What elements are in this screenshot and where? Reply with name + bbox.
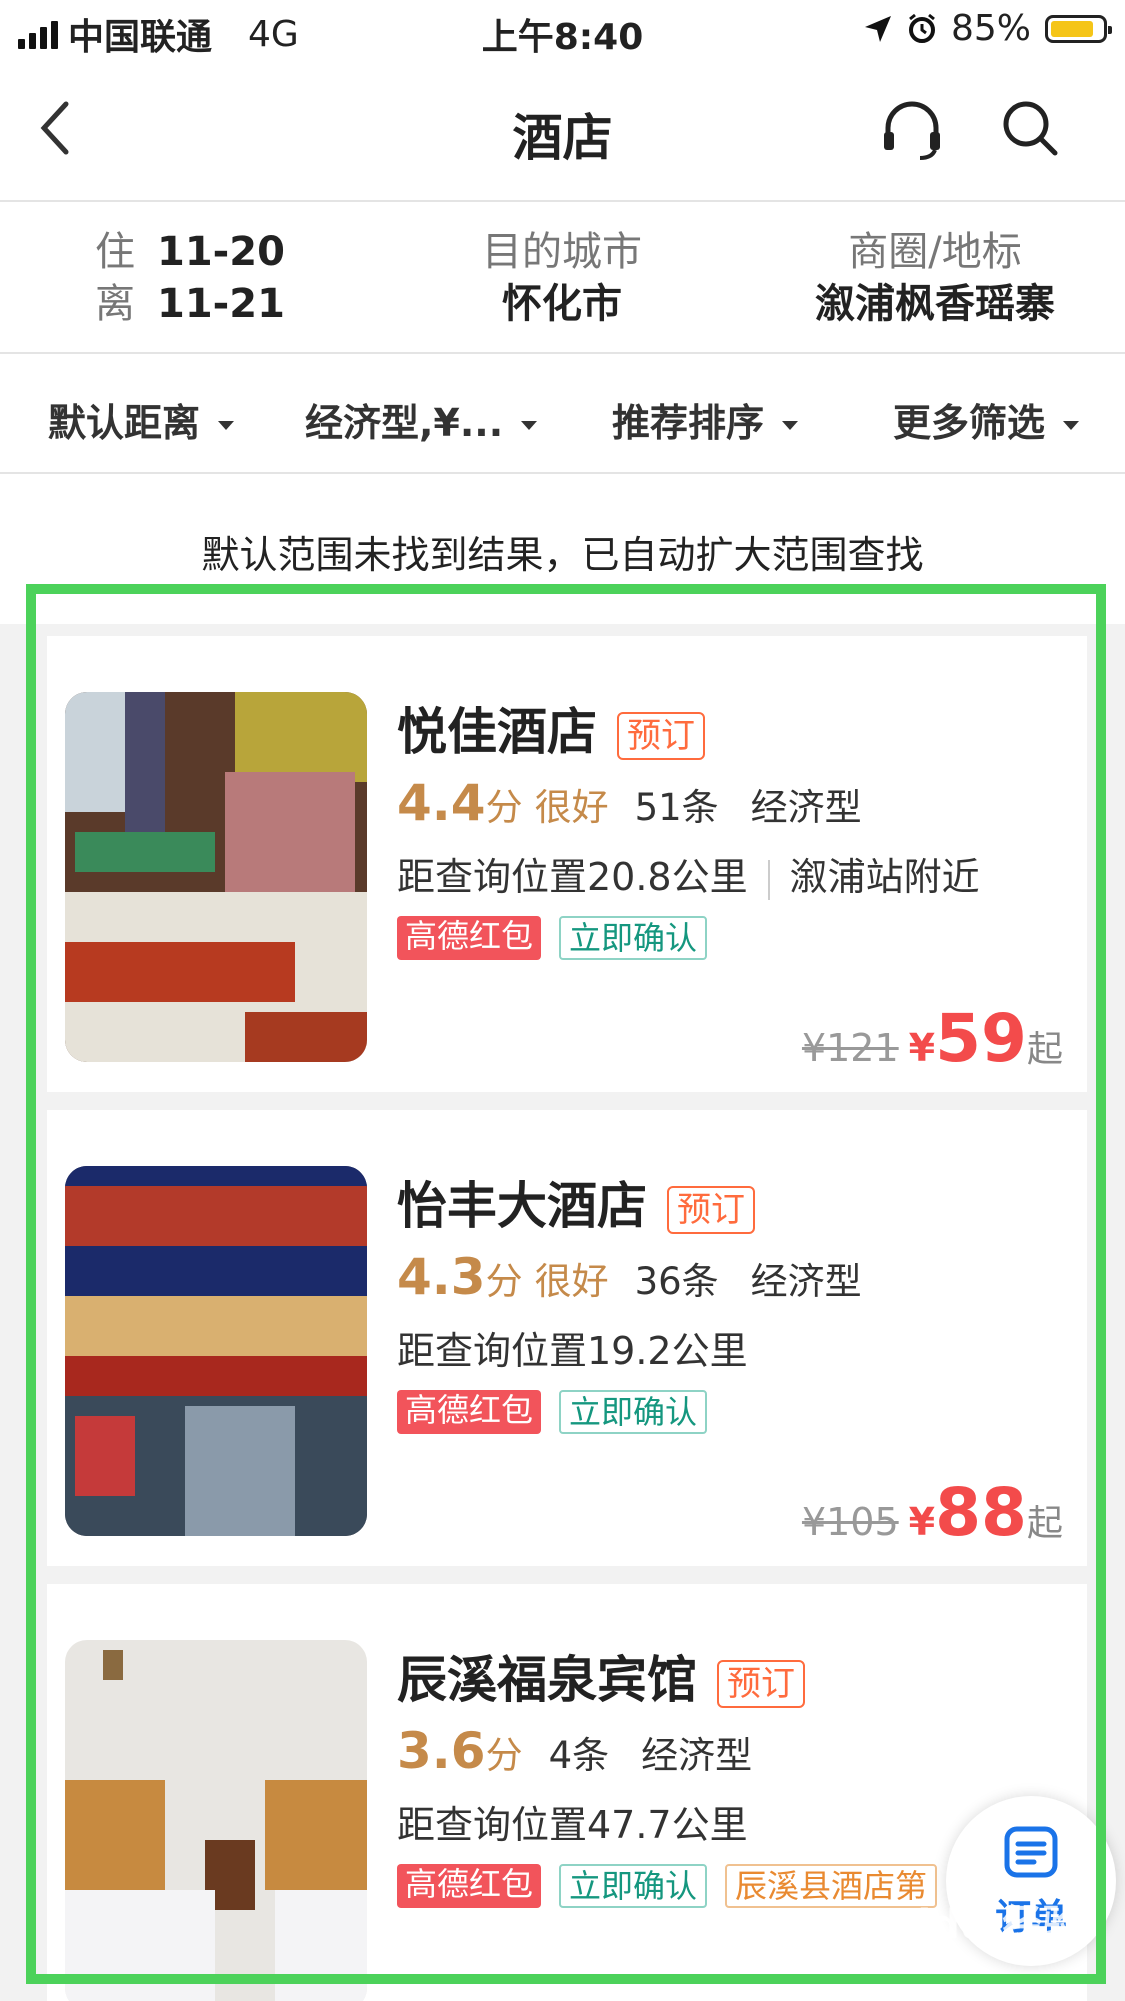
city-label: 目的城市 xyxy=(482,229,642,275)
current-price: 88 xyxy=(935,1474,1027,1551)
status-bar: 中国联通 4G 上午8:40 85% xyxy=(0,0,1125,62)
original-price: ¥105 xyxy=(801,1500,899,1544)
checkin-date: 11-20 xyxy=(157,229,285,275)
alarm-icon xyxy=(908,13,935,43)
filter-distance[interactable]: 默认距离 xyxy=(48,392,235,447)
hotel-landmark: 溆浦站附近 xyxy=(789,855,980,899)
hotel-score: 4.4 xyxy=(397,774,486,832)
booking-badge: 预订 xyxy=(717,1659,805,1708)
search-conditions: 住 11-20 离 11-21 目的城市 怀化市 商圈/地标 溆浦枫香瑶寨 xyxy=(0,202,1125,354)
divider xyxy=(767,859,770,900)
hotel-price: ¥105 ¥88起 xyxy=(802,1474,1063,1551)
booking-badge: 预订 xyxy=(667,1185,755,1234)
review-count: 36条 xyxy=(634,1260,719,1303)
hotel-name: 辰溪福泉宾馆 xyxy=(397,1651,697,1709)
battery-percent: 85% xyxy=(950,8,1031,49)
order-list-icon xyxy=(1004,1826,1058,1878)
price-suffix: 起 xyxy=(1026,1029,1063,1070)
hotel-photo xyxy=(65,1640,367,2001)
filter-bar: 默认距离 经济型,¥... 推荐排序 更多筛选 xyxy=(0,354,1125,474)
filter-more[interactable]: 更多筛选 xyxy=(893,392,1080,447)
hotel-type: 经济型 xyxy=(641,1734,753,1777)
promo-tag: 高德红包 xyxy=(397,1390,542,1434)
location-arrow-icon xyxy=(864,15,891,42)
hotel-distance: 距查询位置20.8公里 xyxy=(397,855,748,899)
hotel-name: 悦佳酒店 xyxy=(397,703,597,761)
filter-price-label: 经济型,¥... xyxy=(305,401,504,445)
hotel-card[interactable]: 怡丰大酒店 预订 4.3分 很好 36条 经济型 距查询位置19.2公里 高德红包 立即… xyxy=(47,1110,1087,1566)
hotel-price: ¥121 ¥59起 xyxy=(802,1000,1063,1077)
original-price: ¥121 xyxy=(801,1026,899,1070)
hotel-card[interactable]: 悦佳酒店 预订 4.4分 很好 51条 经济型 距查询位置20.8公里 溆浦站附近 高德红… xyxy=(47,636,1087,1092)
notice-text: 默认范围未找到结果，已自动扩大范围查找 xyxy=(201,533,924,577)
promo-tag: 高德红包 xyxy=(397,1864,542,1908)
rating-level: 很好 xyxy=(534,786,609,829)
dropdown-triangle-icon xyxy=(782,421,799,430)
hotel-distance: 距查询位置47.7公里 xyxy=(397,1803,748,1847)
promo-tag: 高德红包 xyxy=(397,916,542,960)
search-notice: 默认范围未找到结果，已自动扩大范围查找 xyxy=(0,474,1125,624)
filter-sort[interactable]: 推荐排序 xyxy=(612,392,799,447)
score-unit: 分 xyxy=(485,1260,523,1303)
hotel-name: 怡丰大酒店 xyxy=(397,1177,647,1235)
battery-icon xyxy=(1045,14,1112,43)
instant-confirm-tag: 立即确认 xyxy=(559,916,708,960)
filter-sort-label: 推荐排序 xyxy=(612,401,765,445)
hotel-score: 4.3 xyxy=(397,1248,486,1306)
date-selector[interactable]: 住 11-20 离 11-21 xyxy=(95,226,285,330)
review-count: 51条 xyxy=(634,786,719,829)
current-price: 59 xyxy=(935,1000,1027,1077)
filter-more-label: 更多筛选 xyxy=(893,401,1046,445)
dropdown-triangle-icon xyxy=(1063,421,1080,430)
page-title: 酒店 xyxy=(512,109,613,167)
hotel-distance: 距查询位置19.2公里 xyxy=(397,1329,748,1373)
search-icon[interactable] xyxy=(1000,98,1060,158)
rating-level: 很好 xyxy=(534,1260,609,1303)
customer-service-icon[interactable] xyxy=(880,98,944,162)
hotel-type: 经济型 xyxy=(750,1260,862,1303)
checkout-label: 离 xyxy=(95,281,135,327)
dropdown-triangle-icon xyxy=(521,421,538,430)
area-label: 商圈/地标 xyxy=(848,229,1022,275)
city-selector[interactable]: 目的城市 怀化市 xyxy=(462,226,662,330)
hotel-score: 3.6 xyxy=(397,1722,486,1780)
dropdown-triangle-icon xyxy=(218,421,235,430)
price-suffix: 起 xyxy=(1026,1503,1063,1544)
watermark: Baidu 经验 xyxy=(860,1902,1083,1948)
filter-distance-label: 默认距离 xyxy=(48,401,201,445)
area-value: 溆浦枫香瑶寨 xyxy=(815,281,1055,327)
city-value: 怀化市 xyxy=(502,281,622,327)
hotel-photo xyxy=(65,1166,367,1536)
hotel-type: 经济型 xyxy=(750,786,862,829)
checkin-label: 住 xyxy=(95,229,135,275)
instant-confirm-tag: 立即确认 xyxy=(559,1390,708,1434)
hotel-photo xyxy=(65,692,367,1062)
score-unit: 分 xyxy=(485,786,523,829)
area-selector[interactable]: 商圈/地标 溆浦枫香瑶寨 xyxy=(790,226,1080,330)
booking-badge: 预订 xyxy=(617,711,705,760)
filter-price[interactable]: 经济型,¥... xyxy=(305,392,538,447)
currency-symbol: ¥ xyxy=(908,1026,936,1070)
review-count: 4条 xyxy=(548,1734,610,1777)
hotel-list: 悦佳酒店 预订 4.4分 很好 51条 经济型 距查询位置20.8公里 溆浦站附近 高德红… xyxy=(47,625,1087,2001)
instant-confirm-tag: 立即确认 xyxy=(559,1864,708,1908)
checkout-date: 11-21 xyxy=(157,281,285,327)
currency-symbol: ¥ xyxy=(908,1500,936,1544)
score-unit: 分 xyxy=(485,1734,523,1777)
navigation-bar: 酒店 xyxy=(0,62,1125,202)
